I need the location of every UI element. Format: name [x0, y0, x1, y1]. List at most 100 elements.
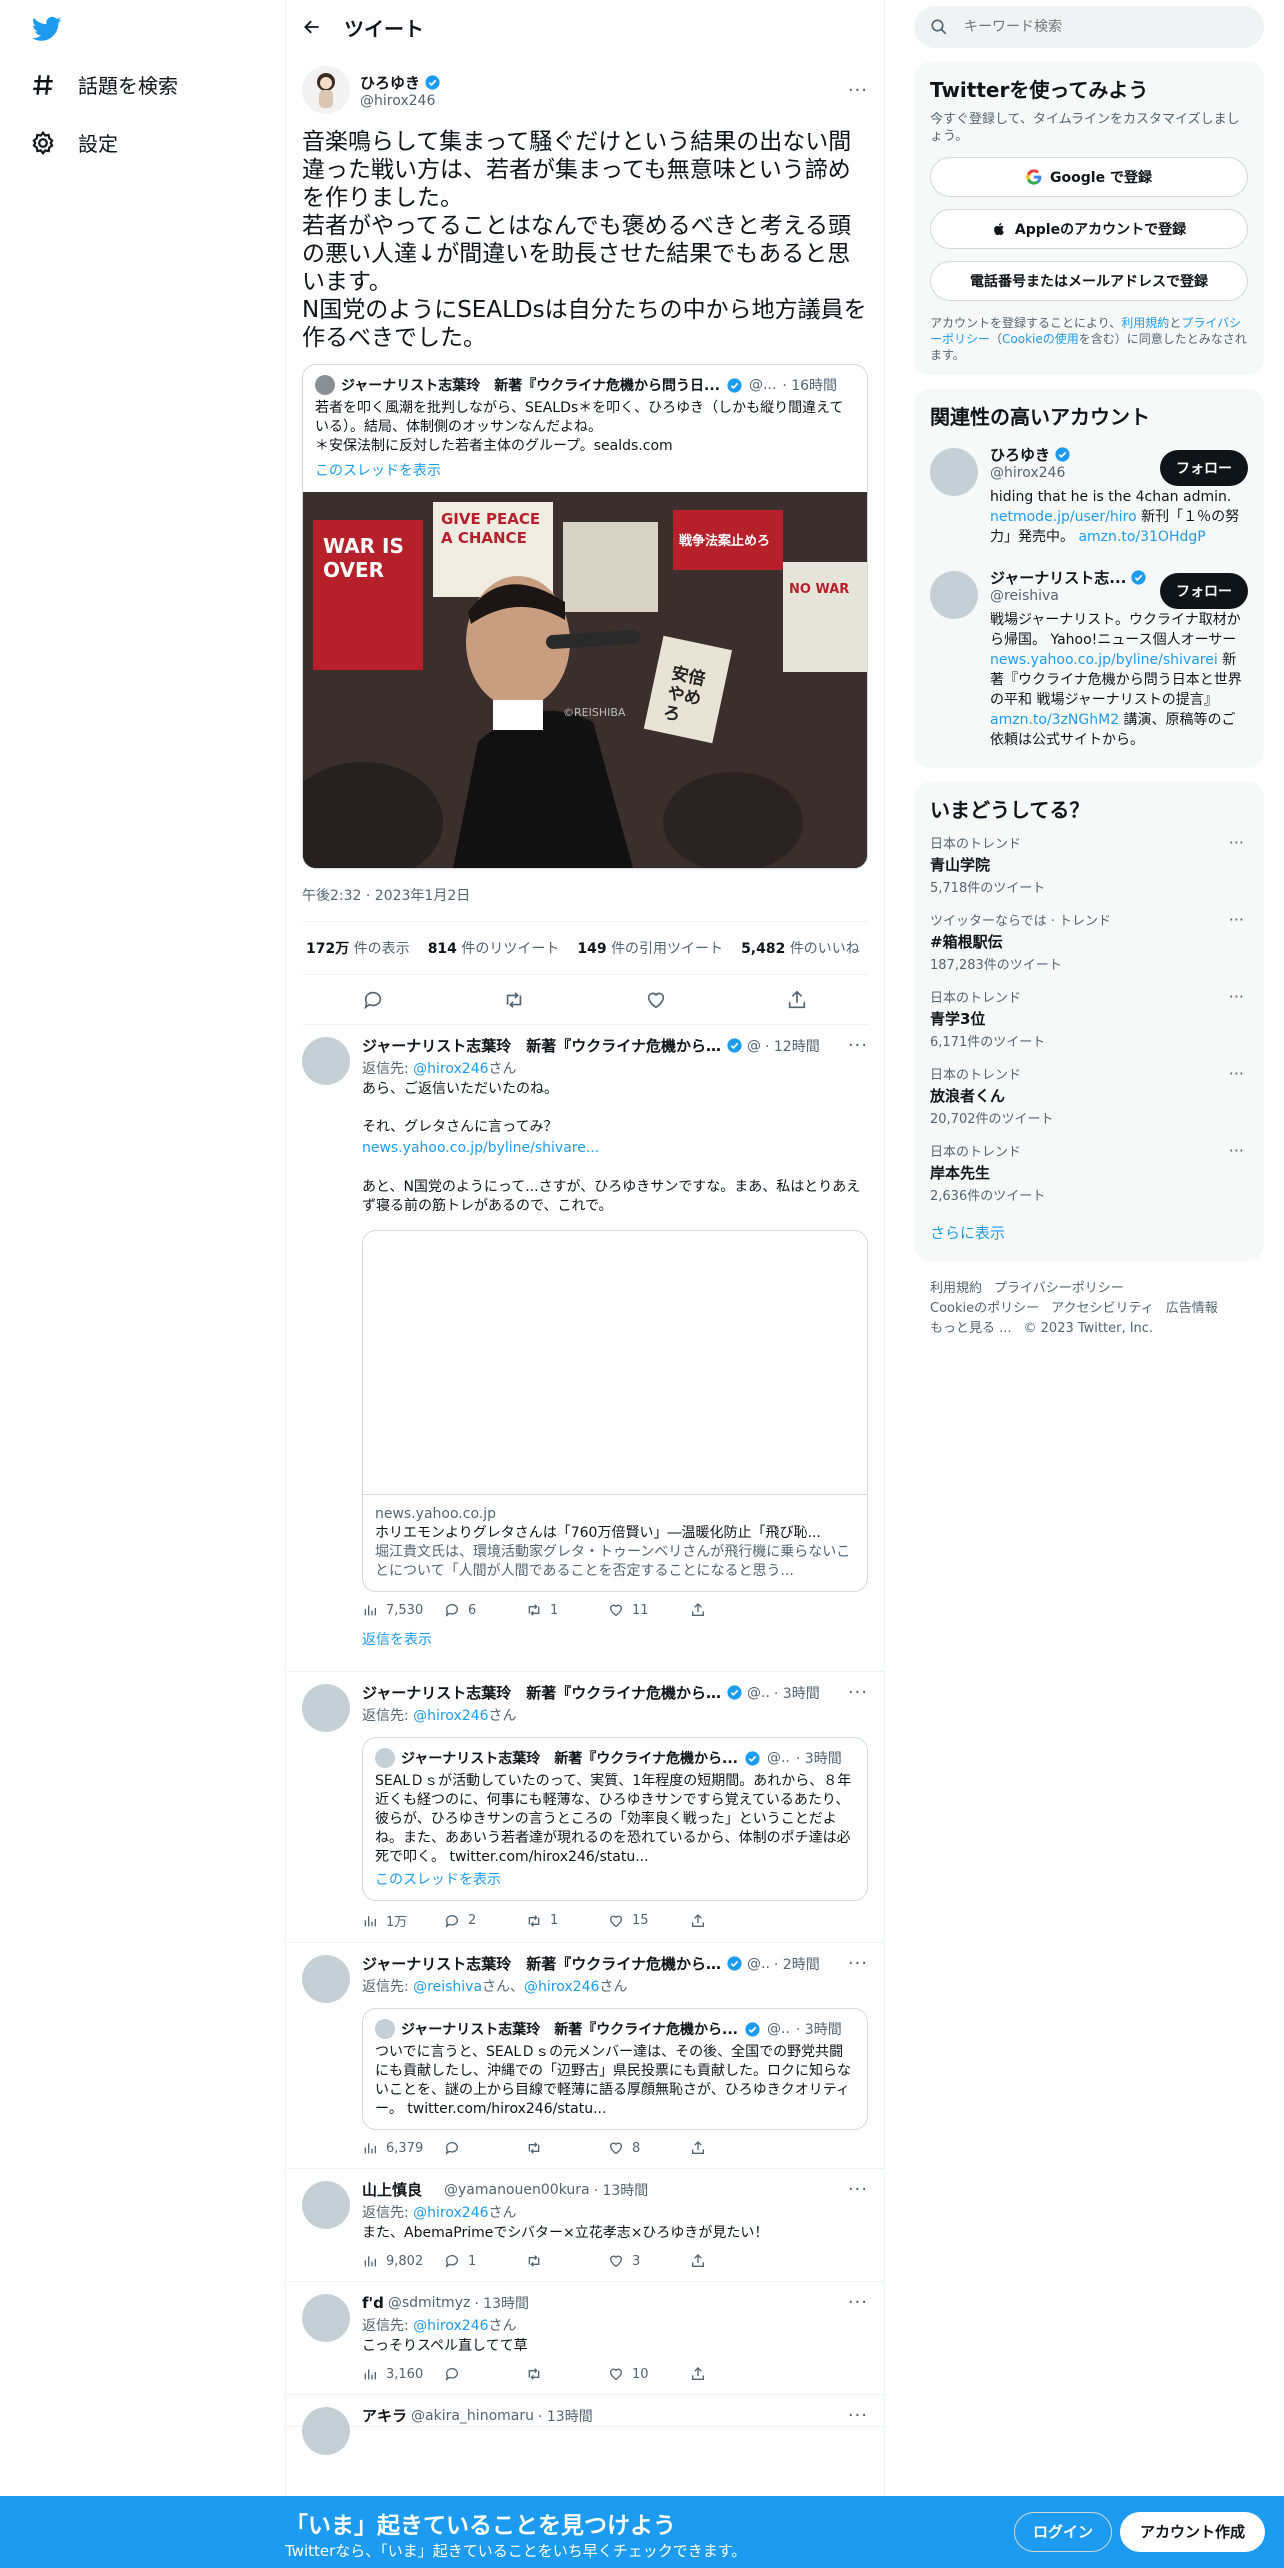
show-thread-link[interactable]: このスレッドを表示 [303, 456, 867, 492]
trends-show-more[interactable]: さらに表示 [930, 1208, 1248, 1249]
trend-item[interactable]: 日本のトレンド 岸本先生 2,636件のツイート ··· [930, 1131, 1248, 1208]
stat-retweets[interactable]: 814 件のリツイート [428, 938, 560, 958]
avatar[interactable] [302, 1037, 350, 1085]
account-item[interactable]: ひろゆき @hirox246 フォロー hiding that he is th… [930, 430, 1248, 553]
more-options-icon[interactable]: ··· [848, 2405, 868, 2426]
reply-time[interactable]: · 2時間 [774, 1954, 820, 1974]
terms-link[interactable]: 利用規約 [1121, 316, 1169, 330]
avatar[interactable] [302, 2294, 350, 2342]
stat-views[interactable]: 172万 件の表示 [306, 938, 410, 958]
more-options-icon[interactable]: ··· [848, 2179, 868, 2200]
reply-to-link[interactable]: @reishiva [413, 1979, 482, 1995]
avatar[interactable] [930, 448, 978, 496]
like-action[interactable]: 11 [608, 1602, 690, 1618]
phone-signup-button[interactable]: 電話番号またはメールアドレスで登録 [930, 261, 1248, 301]
nav-explore[interactable]: 話題を検索 [30, 70, 178, 99]
footer-accessibility[interactable]: アクセシビリティ [1051, 1301, 1154, 1316]
retweet-action[interactable] [526, 2366, 608, 2382]
footer-cookie[interactable]: Cookieのポリシー [930, 1301, 1039, 1316]
reply-to-link[interactable]: @hirox246 [413, 1061, 488, 1077]
retweet-action[interactable]: 1 [526, 1602, 608, 1618]
reply-tweet[interactable]: ジャーナリスト志葉玲 新著『ウクライナ危機から... @.. · 3時間 ···… [286, 1672, 884, 1943]
show-replies-link[interactable]: 返信を表示 [286, 1630, 884, 1672]
share-action[interactable] [690, 2253, 772, 2269]
footer-more[interactable]: もっと見る ... [930, 1321, 1012, 1336]
bio-link[interactable]: netmode.jp/user/hiro [990, 509, 1137, 525]
reply-to-link[interactable]: @hirox246 [413, 1708, 488, 1724]
reply-author-name[interactable]: ジャーナリスト志葉玲 新著『ウクライナ危機から... [362, 1953, 722, 1974]
reply-author-name[interactable]: アキラ [362, 2405, 407, 2426]
trend-item[interactable]: 日本のトレンド 青学3位 6,171件のツイート ··· [930, 977, 1248, 1054]
share-action[interactable] [690, 1911, 772, 1930]
reply-icon[interactable] [362, 989, 384, 1011]
link-card[interactable]: news.yahoo.co.jp ホリエモンよりグレタさんは「760万倍賢い」―… [362, 1230, 868, 1592]
more-options-icon[interactable]: ··· [848, 80, 868, 101]
reply-action[interactable]: 6 [444, 1602, 526, 1618]
tweet-timestamp[interactable]: 午後2:32 · 2023年1月2日 [302, 869, 868, 921]
search-bar[interactable] [914, 6, 1264, 48]
quoted-photo[interactable]: WAR IS OVER GIVE PEACE A CHANCE 安倍やめろ NO… [303, 492, 867, 868]
avatar[interactable] [302, 2407, 350, 2455]
like-action[interactable]: 15 [608, 1911, 690, 1930]
reply-author-name[interactable]: f'd [362, 2294, 384, 2312]
stat-quotes[interactable]: 149 件の引用ツイート [577, 938, 723, 958]
like-action[interactable]: 8 [608, 2140, 690, 2156]
account-item[interactable]: ジャーナリスト志... @reishiva フォロー 戦場ジャーナリスト。ウクラ… [930, 553, 1248, 756]
reply-tweet[interactable]: 山上慎良 @yamanouen00kura · 13時間 ··· 返信先: @h… [286, 2169, 884, 2282]
reply-author-name[interactable]: ジャーナリスト志葉玲 新著『ウクライナ危機から... [362, 1035, 722, 1056]
avatar[interactable] [302, 66, 350, 114]
apple-signup-button[interactable]: Appleのアカウントで登録 [930, 209, 1248, 249]
share-icon[interactable] [786, 989, 808, 1011]
reply-tweet[interactable]: アキラ @akira_hinomaru · 13時間 ··· [286, 2395, 884, 2455]
search-input[interactable] [964, 19, 1224, 35]
trend-item[interactable]: 日本のトレンド 放浪者くん 20,702件のツイート ··· [930, 1054, 1248, 1131]
reply-time[interactable]: · 12時間 [765, 1036, 820, 1056]
reply-tweet[interactable]: f'd @sdmitmyz · 13時間 ··· 返信先: @hirox246さ… [286, 2282, 884, 2395]
more-options-icon[interactable]: ··· [848, 1953, 868, 1974]
share-action[interactable] [690, 2140, 772, 2156]
more-options-icon[interactable]: ··· [1229, 833, 1244, 852]
more-options-icon[interactable]: ··· [1229, 1141, 1244, 1160]
retweet-action[interactable]: 1 [526, 1911, 608, 1930]
signup-button[interactable]: アカウント作成 [1120, 2512, 1266, 2552]
cookie-link[interactable]: Cookieの使用 [1002, 332, 1079, 346]
trend-item[interactable]: ツイッターならでは · トレンド #箱根駅伝 187,283件のツイート ··· [930, 900, 1248, 977]
reply-time[interactable]: · 13時間 [594, 2180, 649, 2200]
author-name[interactable]: ひろゆき [360, 72, 420, 93]
avatar[interactable] [302, 2181, 350, 2229]
like-action[interactable]: 3 [608, 2253, 690, 2269]
reply-to-link-2[interactable]: @hirox246 [524, 1979, 599, 1995]
stat-likes[interactable]: 5,482 件のいいね [741, 938, 860, 958]
like-action[interactable]: 10 [608, 2366, 690, 2382]
views-action[interactable]: 6,379 [362, 2140, 444, 2156]
quoted-tweet[interactable]: ジャーナリスト志葉玲 新著『ウクライナ危機から問う日... @... · 16時… [302, 364, 868, 869]
share-action[interactable] [690, 1602, 772, 1618]
more-options-icon[interactable]: ··· [848, 1682, 868, 1703]
share-action[interactable] [690, 2366, 772, 2382]
retweet-action[interactable] [526, 2140, 608, 2156]
quoted-tweet[interactable]: ジャーナリスト志葉玲 新著『ウクライナ危機から... @.. · 3時間 SEA… [362, 1737, 868, 1901]
follow-button[interactable]: フォロー [1160, 450, 1248, 486]
reply-to-link[interactable]: @hirox246 [413, 2205, 488, 2221]
more-options-icon[interactable]: ··· [1229, 1064, 1244, 1083]
reply-author-name[interactable]: ジャーナリスト志葉玲 新著『ウクライナ危機から... [362, 1682, 722, 1703]
more-options-icon[interactable]: ··· [848, 1035, 868, 1056]
trend-item[interactable]: 日本のトレンド 青山学院 5,718件のツイート ··· [930, 823, 1248, 900]
author-handle[interactable]: @hirox246 [360, 93, 441, 109]
reply-author-name[interactable]: 山上慎良 [362, 2179, 422, 2200]
views-action[interactable]: 3,160 [362, 2366, 444, 2382]
login-button[interactable]: ログイン [1014, 2512, 1113, 2552]
reply-link[interactable]: news.yahoo.co.jp/byline/shivare... [362, 1139, 868, 1158]
reply-to-link[interactable]: @hirox246 [413, 2318, 488, 2334]
quoted-tweet[interactable]: ジャーナリスト志葉玲 新著『ウクライナ危機から... @.. · 3時間 ついで… [362, 2008, 868, 2130]
avatar[interactable] [930, 571, 978, 619]
views-action[interactable]: 7,530 [362, 1602, 444, 1618]
reply-time[interactable]: · 13時間 [474, 2293, 529, 2313]
avatar[interactable] [302, 1955, 350, 2003]
views-action[interactable]: 1万 [362, 1911, 444, 1930]
show-thread-link[interactable]: このスレッドを表示 [375, 1871, 855, 1890]
footer-terms[interactable]: 利用規約 [930, 1281, 982, 1296]
like-icon[interactable] [645, 989, 667, 1011]
reply-tweet[interactable]: ジャーナリスト志葉玲 新著『ウクライナ危機から... @ · 12時間 ··· … [286, 1025, 884, 1618]
reply-action[interactable] [444, 2366, 526, 2382]
